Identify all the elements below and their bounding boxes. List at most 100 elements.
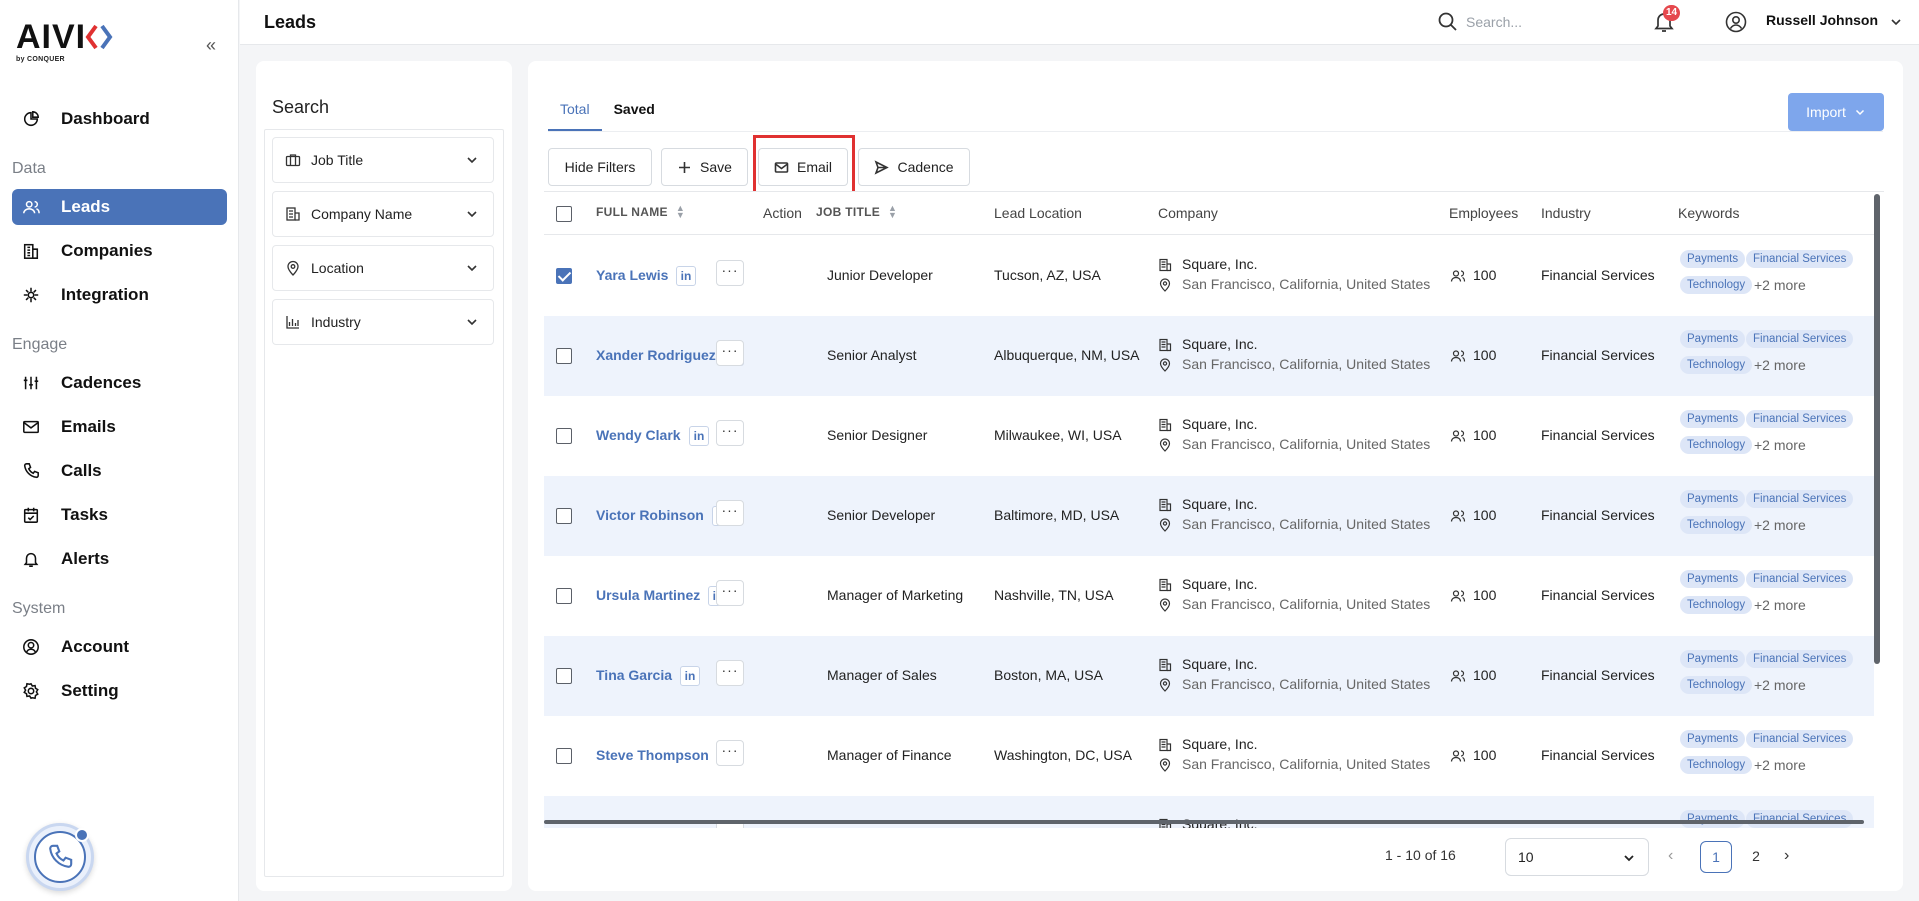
table-row[interactable]: Ursula Martinezin···Manager of Marketing…: [544, 556, 1874, 636]
sidebar-item-label: Account: [61, 637, 129, 656]
vertical-scrollbar[interactable]: [1874, 194, 1880, 664]
company-name-cell: Square, Inc.: [1182, 416, 1258, 432]
sidebar-item-setting[interactable]: Setting: [12, 673, 227, 709]
linkedin-icon[interactable]: in: [680, 666, 700, 686]
top-bar: Leads 14 Russell Johnson: [240, 0, 1919, 45]
more-keywords-link[interactable]: +2 more: [1754, 437, 1806, 453]
row-action-button[interactable]: ···: [716, 420, 744, 446]
more-keywords-link[interactable]: +2 more: [1754, 677, 1806, 693]
table-row[interactable]: Yara Lewis in ··· Junior Developer Tucson, A…: [544, 236, 1874, 316]
header-full-name[interactable]: FULL NAME ▲ ▼: [596, 204, 685, 220]
lead-name-link[interactable]: Steve Thompson: [596, 747, 709, 763]
keyword-tag: Technology: [1680, 756, 1753, 774]
lead-name-link[interactable]: Victor Robinson: [596, 507, 704, 523]
row-checkbox[interactable]: [556, 668, 572, 684]
phone-icon: [21, 461, 41, 481]
user-name[interactable]: Russell Johnson: [1766, 12, 1878, 28]
search-icon[interactable]: [1437, 11, 1459, 33]
brand-logo[interactable]: AIVI by CONQUER: [16, 20, 142, 66]
sidebar-item-tasks[interactable]: Tasks: [12, 497, 227, 533]
import-button[interactable]: Import: [1788, 93, 1884, 131]
import-label: Import: [1806, 104, 1846, 120]
row-action-button[interactable]: ···: [716, 340, 744, 366]
sidebar-item-cadences[interactable]: Cadences: [12, 365, 227, 401]
company-location-cell: San Francisco, California, United States: [1182, 676, 1431, 692]
industry-cell: Financial Services: [1541, 587, 1655, 603]
horizontal-scrollbar[interactable]: [544, 820, 1864, 824]
briefcase-icon: [285, 154, 301, 167]
row-checkbox[interactable]: [556, 348, 572, 364]
cadence-button[interactable]: Cadence: [858, 148, 970, 186]
sort-icon[interactable]: ▲ ▼: [676, 204, 685, 220]
sidebar-item-account[interactable]: Account: [12, 629, 227, 665]
table-row[interactable]: Xander Rodriguezin···Senior AnalystAlbuq…: [544, 316, 1874, 396]
row-checkbox[interactable]: [556, 268, 572, 284]
linkedin-icon[interactable]: in: [689, 426, 709, 446]
keyword-tag: Financial Services: [1746, 250, 1854, 268]
table-row[interactable]: Tina Garcia in ··· Manager of Sales Boston, …: [544, 636, 1874, 716]
map-pin-icon: [1159, 598, 1171, 612]
hide-filters-button[interactable]: Hide Filters: [548, 148, 652, 186]
row-checkbox[interactable]: [556, 748, 572, 764]
sidebar-item-dashboard[interactable]: Dashboard: [12, 101, 227, 137]
tab-total[interactable]: Total: [548, 91, 602, 131]
page-1-button[interactable]: 1: [1700, 841, 1732, 873]
page-size-select[interactable]: 10: [1505, 838, 1649, 876]
filter-location[interactable]: Location: [272, 245, 494, 291]
keyword-tag: Financial Services: [1746, 490, 1854, 508]
table-row[interactable]: Wendy Clark in ··· Senior Designer Milwaukee…: [544, 396, 1874, 476]
row-action-button[interactable]: ···: [716, 660, 744, 686]
header-job-title[interactable]: JOB TITLE ▲ ▼: [816, 204, 897, 220]
user-avatar-icon[interactable]: [1724, 10, 1748, 34]
row-checkbox[interactable]: [556, 428, 572, 444]
more-keywords-link[interactable]: +2 more: [1754, 277, 1806, 293]
keyword-tag: Payments: [1680, 730, 1746, 748]
more-keywords-link[interactable]: +2 more: [1754, 757, 1806, 773]
table-row[interactable]: Steve Thompsonin···Manager of FinanceWas…: [544, 716, 1874, 796]
sidebar-item-companies[interactable]: Companies: [12, 233, 227, 269]
collapse-sidebar-icon[interactable]: «: [200, 34, 222, 56]
email-button[interactable]: Email: [758, 148, 848, 186]
row-action-button[interactable]: ···: [716, 260, 744, 286]
sidebar-item-calls[interactable]: Calls: [12, 453, 227, 489]
row-action-button[interactable]: ···: [716, 580, 744, 606]
sidebar-item-emails[interactable]: Emails: [12, 409, 227, 445]
tab-saved[interactable]: Saved: [602, 91, 667, 131]
linkedin-icon[interactable]: in: [676, 266, 696, 286]
lead-name-link[interactable]: Wendy Clark: [596, 427, 681, 443]
select-all-checkbox[interactable]: [556, 206, 572, 222]
filter-job-title[interactable]: Job Title: [272, 137, 494, 183]
more-keywords-link[interactable]: +2 more: [1754, 517, 1806, 533]
sidebar-item-label: Leads: [61, 197, 111, 216]
sidebar-item-leads[interactable]: Leads: [12, 189, 227, 225]
sidebar-item-integration[interactable]: Integration: [12, 277, 227, 313]
more-keywords-link[interactable]: +2 more: [1754, 597, 1806, 613]
sidebar-item-label: Calls: [61, 461, 102, 480]
table-row[interactable]: Victor Robinsonin···Senior DeveloperBalt…: [544, 476, 1874, 556]
lead-name-link[interactable]: Xander Rodriguez: [596, 347, 716, 363]
lead-location-cell: Nashville, TN, USA: [994, 587, 1114, 603]
previous-page-icon[interactable]: ‹: [1668, 847, 1673, 865]
filter-company-name[interactable]: Company Name: [272, 191, 494, 237]
page-2-button[interactable]: 2: [1740, 841, 1772, 873]
sidebar-item-alerts[interactable]: Alerts: [12, 541, 227, 577]
filter-industry[interactable]: Industry: [272, 299, 494, 345]
lead-name-link[interactable]: Ursula Martinez: [596, 587, 700, 603]
keyword-tag: Financial Services: [1746, 330, 1854, 348]
header-employees: Employees: [1449, 205, 1519, 221]
row-action-button[interactable]: ···: [716, 500, 744, 526]
more-keywords-link[interactable]: +2 more: [1754, 357, 1806, 373]
save-button[interactable]: Save: [661, 148, 748, 186]
map-pin-icon: [1159, 438, 1171, 452]
next-page-icon[interactable]: ›: [1784, 847, 1789, 865]
pagination-range: 1 - 10 of 16: [1385, 847, 1456, 863]
sort-icon[interactable]: ▲ ▼: [888, 204, 897, 220]
global-search-input[interactable]: [1466, 11, 1596, 33]
lead-name-link[interactable]: Tina Garcia: [596, 667, 672, 683]
chevron-down-icon[interactable]: [1888, 14, 1904, 30]
row-checkbox[interactable]: [556, 588, 572, 604]
dialer-button[interactable]: [26, 823, 94, 891]
lead-name-link[interactable]: Yara Lewis: [596, 267, 668, 283]
row-action-button[interactable]: ···: [716, 740, 744, 766]
row-checkbox[interactable]: [556, 508, 572, 524]
